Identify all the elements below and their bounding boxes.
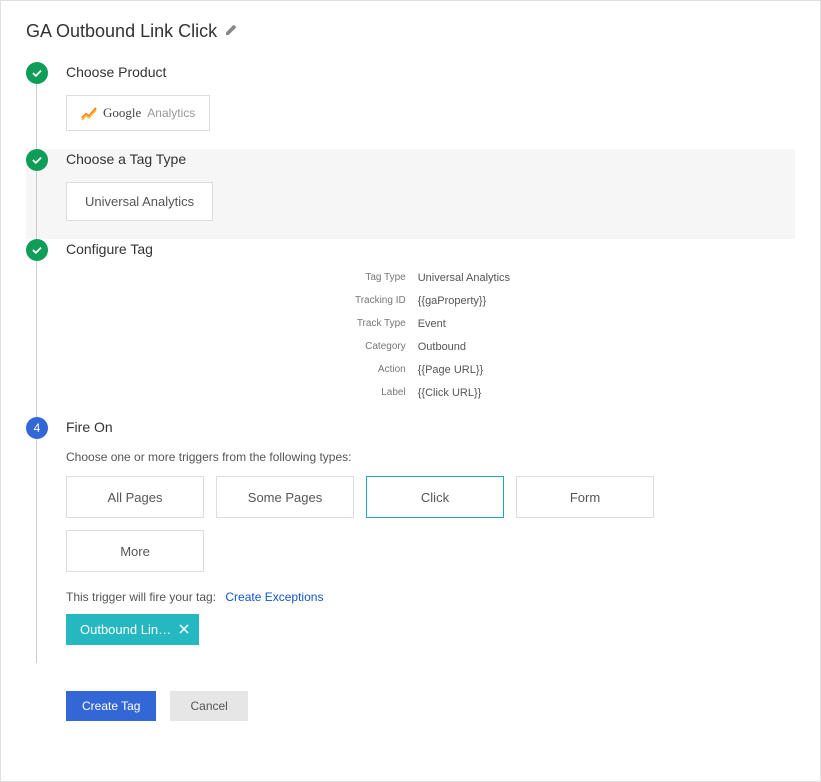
- product-brand-light: Analytics: [147, 106, 195, 120]
- product-tile-google-analytics[interactable]: Google Analytics: [66, 95, 210, 131]
- fire-note-prefix: This trigger will fire your tag:: [66, 590, 216, 604]
- page-title: GA Outbound Link Click: [26, 21, 217, 42]
- config-tagtype-key: Tag Type: [70, 272, 406, 284]
- config-label-val: {{Click URL}}: [418, 387, 795, 399]
- create-tag-button[interactable]: Create Tag: [66, 691, 156, 721]
- fire-hint: Choose one or more triggers from the fol…: [66, 450, 795, 464]
- step-heading-product: Choose Product: [66, 64, 795, 80]
- trigger-button-click[interactable]: Click: [366, 476, 504, 518]
- step-done-icon: [26, 239, 48, 261]
- chip-label: Outbound Lin…: [80, 622, 171, 637]
- step-heading-tagtype: Choose a Tag Type: [66, 151, 795, 167]
- step-number-marker: 4: [26, 417, 48, 439]
- config-category-key: Category: [70, 341, 406, 353]
- trigger-chip-outbound[interactable]: Outbound Lin…: [66, 614, 199, 645]
- step-heading-configure: Configure Tag: [66, 241, 795, 257]
- tagtype-tile[interactable]: Universal Analytics: [66, 182, 213, 221]
- cancel-button[interactable]: Cancel: [170, 691, 247, 721]
- close-icon[interactable]: [179, 622, 189, 637]
- trigger-button-all-pages[interactable]: All Pages: [66, 476, 204, 518]
- config-trackingid-key: Tracking ID: [70, 295, 406, 307]
- edit-icon[interactable]: [225, 24, 237, 39]
- config-tracktype-val: Event: [418, 318, 795, 330]
- trigger-button-some-pages[interactable]: Some Pages: [216, 476, 354, 518]
- config-trackingid-val: {{gaProperty}}: [418, 295, 795, 307]
- trigger-button-more[interactable]: More: [66, 530, 204, 572]
- config-label-key: Label: [70, 387, 406, 399]
- config-tagtype-val: Universal Analytics: [418, 272, 795, 284]
- config-category-val: Outbound: [418, 341, 795, 353]
- step-heading-fire: Fire On: [66, 419, 795, 435]
- step-done-icon: [26, 62, 48, 84]
- tagtype-value: Universal Analytics: [85, 194, 194, 209]
- product-brand-strong: Google: [103, 105, 141, 121]
- google-analytics-icon: [81, 105, 97, 121]
- config-action-key: Action: [70, 364, 406, 376]
- config-tracktype-key: Track Type: [70, 318, 406, 330]
- trigger-button-form[interactable]: Form: [516, 476, 654, 518]
- config-table: Tag Type Universal Analytics Tracking ID…: [70, 272, 795, 399]
- create-exceptions-link[interactable]: Create Exceptions: [225, 590, 323, 604]
- step-done-icon: [26, 149, 48, 171]
- config-action-val: {{Page URL}}: [418, 364, 795, 376]
